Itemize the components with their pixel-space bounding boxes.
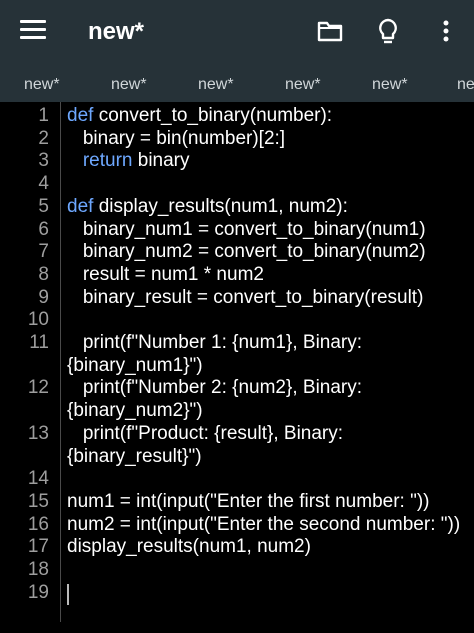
keyword: def <box>67 195 94 217</box>
app-bar: new* <box>0 0 474 64</box>
code-body: display_results(num1, num2) <box>67 536 311 558</box>
line-number: 18 <box>27 559 49 580</box>
code-line: 11 print(f"Number 1: {num1}, Binary: <box>0 331 474 354</box>
tab-5[interactable]: new* <box>372 76 408 94</box>
code-text: {binary_result}") <box>67 445 202 468</box>
code-line: 9 binary_result = convert_to_binary(resu… <box>0 286 474 309</box>
line-number: 6 <box>38 218 49 240</box>
code-body: binary_num2 = convert_to_binary(num2) <box>67 241 426 263</box>
code-body: binary = bin(number)[2:] <box>67 127 286 149</box>
code-line: 2 binary = bin(number)[2:] <box>0 127 474 150</box>
code-text: display_results(num1, num2) <box>67 535 311 558</box>
hamburger-menu-icon[interactable] <box>20 20 46 40</box>
code-text: binary_num1 = convert_to_binary(num1) <box>67 218 426 241</box>
code-line: 14 <box>0 467 474 490</box>
line-number: 12 <box>27 377 49 399</box>
line-number: 17 <box>27 536 49 558</box>
line-number: 7 <box>38 241 49 263</box>
code-text: {binary_num2}") <box>67 399 203 422</box>
code-line: 16 num2 = int(input("Enter the second num… <box>0 513 474 536</box>
code-text: result = num1 * num2 <box>67 263 264 286</box>
line-number: 13 <box>27 422 49 444</box>
code-text: num2 = int(input("Enter the second numbe… <box>67 513 460 536</box>
tab-3[interactable]: new* <box>198 76 234 94</box>
code-line: {binary_result}") <box>0 445 474 468</box>
code-body: {binary_num1}") <box>67 354 203 376</box>
code-text: num1 = int(input("Enter the first number… <box>67 490 430 513</box>
code-text: def display_results(num1, num2): <box>67 195 348 218</box>
code-line: 4 <box>0 172 474 195</box>
code-text: return binary <box>67 149 190 172</box>
code-body: {binary_num2}") <box>67 400 203 422</box>
code-line: 17 display_results(num1, num2) <box>0 535 474 558</box>
code-body: print(f"Product: {result}, Binary: <box>67 422 344 444</box>
code-line: {binary_num1}") <box>0 354 474 377</box>
code-text: binary_result = convert_to_binary(result… <box>67 286 424 309</box>
code-body: {binary_result}") <box>67 445 202 467</box>
tab-1[interactable]: new* <box>24 76 60 94</box>
code-line: 5 def display_results(num1, num2): <box>0 195 474 218</box>
line-number: 4 <box>38 173 49 195</box>
line-number: 5 <box>38 195 49 217</box>
code-body: display_results(num1, num2): <box>93 195 348 217</box>
tab-4[interactable]: new* <box>285 76 321 94</box>
line-number: 8 <box>38 263 49 285</box>
code-line: 12 print(f"Number 2: {num2}, Binary: <box>0 376 474 399</box>
code-text: print(f"Product: {result}, Binary: <box>67 422 343 445</box>
folder-icon[interactable] <box>316 16 344 46</box>
lightbulb-icon[interactable] <box>374 16 402 46</box>
line-number: 1 <box>38 105 49 126</box>
code-body: num1 = int(input("Enter the first number… <box>67 490 430 512</box>
tab-2[interactable]: new* <box>111 76 147 94</box>
code-line: 15 num1 = int(input("Enter the first numb… <box>0 490 474 513</box>
code-body: num2 = int(input("Enter the second numbe… <box>67 513 461 535</box>
line-number: 10 <box>27 309 49 331</box>
code-line: 7 binary_num2 = convert_to_binary(num2) <box>0 240 474 263</box>
line-number: 14 <box>27 468 49 490</box>
code-text: print(f"Number 1: {num1}, Binary: <box>67 331 362 354</box>
code-body: binary_result = convert_to_binary(result… <box>67 286 424 308</box>
code-line: 1 def convert_to_binary(number): <box>0 104 474 127</box>
line-number: 16 <box>27 513 49 535</box>
code-body: result = num1 * num2 <box>67 263 264 285</box>
code-body: print(f"Number 2: {num2}, Binary: <box>67 377 363 399</box>
code-body: convert_to_binary(number): <box>93 105 333 126</box>
code-text: print(f"Number 2: {num2}, Binary: <box>67 376 362 399</box>
code-line: 10 <box>0 308 474 331</box>
code-line: 18 <box>0 558 474 581</box>
code-text: def convert_to_binary(number): <box>67 104 332 127</box>
more-vert-icon[interactable] <box>432 16 460 46</box>
line-number: 11 <box>29 332 49 353</box>
line-number: 15 <box>27 490 49 512</box>
code-text: {binary_num1}") <box>67 354 203 377</box>
code-line: 6 binary_num1 = convert_to_binary(num1) <box>0 218 474 241</box>
code-line: 8 result = num1 * num2 <box>0 263 474 286</box>
code-line: 3 return binary <box>0 149 474 172</box>
line-number: 2 <box>38 127 49 149</box>
code-text: binary = bin(number)[2:] <box>67 127 285 150</box>
keyword: return <box>67 150 133 172</box>
code-body: binary <box>132 150 190 172</box>
keyword: def <box>67 105 94 126</box>
code-line: 19 <box>0 581 474 604</box>
line-number: 3 <box>38 150 49 172</box>
code-line: {binary_num2}") <box>0 399 474 422</box>
code-body: binary_num1 = convert_to_binary(num1) <box>67 218 426 240</box>
line-number: 9 <box>38 286 49 308</box>
code-body: print(f"Number 1: {num1}, Binary: <box>67 332 363 353</box>
tab-6[interactable]: ne <box>457 76 474 94</box>
line-number: 19 <box>27 581 49 603</box>
file-title: new* <box>88 18 145 45</box>
tab-bar: new* new* new* new* new* ne <box>0 64 474 102</box>
code-line: 13 print(f"Product: {result}, Binary: <box>0 422 474 445</box>
code-text: binary_num2 = convert_to_binary(num2) <box>67 240 426 263</box>
